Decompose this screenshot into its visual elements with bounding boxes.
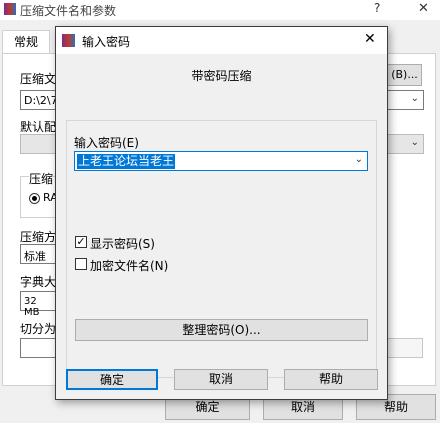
chevron-down-icon: ⌄ xyxy=(354,154,363,165)
dialog-titlebar: 输入密码 ✕ xyxy=(56,27,387,54)
method-label: 压缩方 xyxy=(20,230,57,244)
dialog-cancel-button[interactable]: 取消 xyxy=(174,369,268,390)
password-label: 输入密码(E) xyxy=(74,136,139,150)
password-dialog: 输入密码 ✕ 带密码压缩 输入密码(E) 上老王论坛当老王 ⌄ ✓ 显示密码(S… xyxy=(55,26,388,400)
archive-name-label: 压缩文 xyxy=(20,72,57,86)
password-input[interactable]: 上老王论坛当老王 ⌄ xyxy=(74,151,368,171)
dialog-close-icon[interactable]: ✕ xyxy=(364,31,376,47)
tab-general[interactable]: 常规 xyxy=(2,30,50,54)
method-combo[interactable]: 标准 xyxy=(20,244,56,264)
radio-dot xyxy=(32,196,37,201)
dict-value: 32 MB xyxy=(24,296,40,318)
bg-close-icon[interactable]: ✕ xyxy=(418,1,429,16)
default-config-label: 默认配 xyxy=(20,120,57,134)
method-value: 标准 xyxy=(24,250,46,263)
dict-label: 字典大 xyxy=(20,275,57,289)
dialog-ok-button[interactable]: 确定 xyxy=(66,369,158,390)
show-password-label[interactable]: 显示密码(S) xyxy=(90,235,155,252)
password-value: 上老王论坛当老王 xyxy=(77,154,176,169)
dialog-help-button[interactable]: 帮助 xyxy=(284,369,378,390)
winrar-app-icon xyxy=(62,34,75,47)
dialog-title: 输入密码 xyxy=(82,35,131,49)
bg-window-title: 压缩文件名和参数 xyxy=(20,4,117,18)
browse-button[interactable]: (B)... xyxy=(387,64,422,86)
dialog-heading: 带密码压缩 xyxy=(191,69,252,83)
split-label: 切分为 xyxy=(20,322,57,336)
encrypt-filenames-checkbox[interactable] xyxy=(75,258,87,270)
help-icon[interactable]: ? xyxy=(374,1,380,15)
split-combo[interactable] xyxy=(20,338,56,358)
chevron-down-icon: ⌄ xyxy=(410,93,419,104)
winrar-app-icon xyxy=(4,3,16,15)
radio-rar[interactable] xyxy=(29,193,40,204)
right-field[interactable] xyxy=(387,338,423,358)
dict-combo[interactable]: 32 MB xyxy=(20,291,56,318)
show-password-checkbox[interactable]: ✓ xyxy=(75,236,87,248)
chevron-down-icon: ⌄ xyxy=(410,137,419,148)
encrypt-filenames-label[interactable]: 加密文件名(N) xyxy=(90,257,168,274)
organize-passwords-button[interactable]: 整理密码(O)... xyxy=(75,319,368,341)
format-group-label: 压缩 xyxy=(29,170,54,187)
archive-path-value: D:\2\7 xyxy=(24,94,58,107)
